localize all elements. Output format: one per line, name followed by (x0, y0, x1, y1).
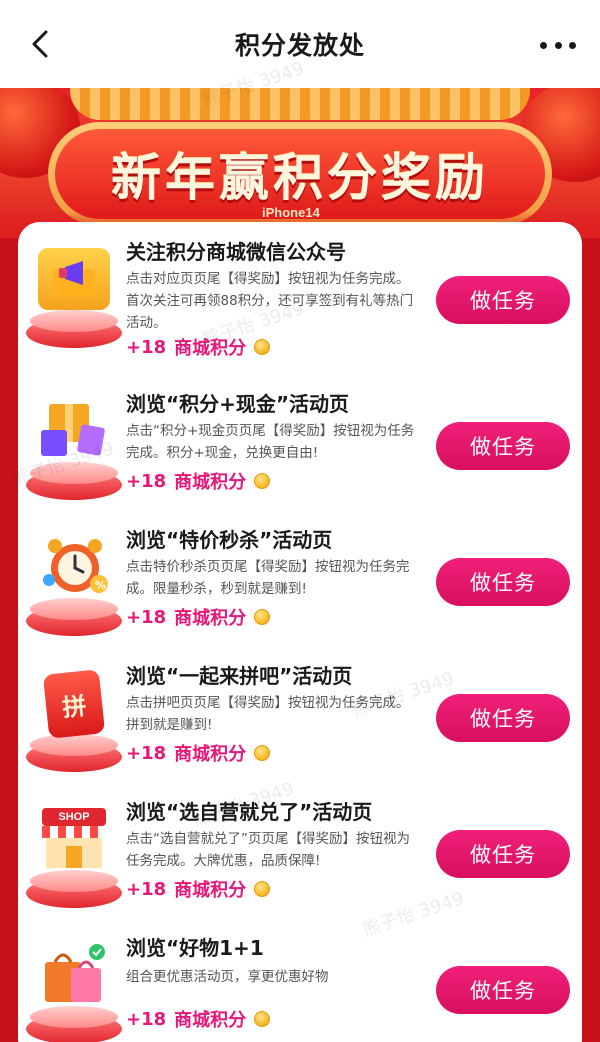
reward-unit: 商城积分 (174, 744, 247, 765)
task-reward: +18 商城积分 (126, 740, 271, 766)
do-task-button[interactable]: 做任务 (436, 276, 570, 324)
group-buy-envelope-icon: 拼 (24, 668, 124, 772)
more-button[interactable] (540, 40, 576, 50)
group-buy-label: 拼 (60, 691, 88, 722)
task-reward: +18 商城积分 (126, 468, 271, 494)
chevron-left-icon (32, 30, 48, 58)
shop-storefront-icon: SHOP (24, 804, 124, 908)
do-task-button[interactable]: 做任务 (436, 830, 570, 878)
task-title: 浏览“特价秒杀”活动页 (126, 528, 333, 552)
nav-bar: 积分发放处 (0, 0, 600, 88)
shopping-bags-icon (24, 940, 124, 1042)
task-title: 浏览“一起来拼吧”活动页 (126, 664, 353, 688)
task-description: 点击“选自营就兑了”页页尾【得奖励】按钮视为任务完成。大牌优惠，品质保障! (126, 831, 410, 869)
task-list-card: 关注积分商城微信公众号 点击对应页页尾【得奖励】按钮视为任务完成。首次关注可再领… (18, 222, 582, 1042)
alarm-clock-icon: % (24, 532, 124, 636)
do-task-button[interactable]: 做任务 (436, 694, 570, 742)
task-description: 点击拼吧页页尾【得奖励】按钮视为任务完成。拼到就是赚到! (126, 695, 410, 733)
task-item: 浏览“积分+现金”活动页 点击“积分+现金页页尾【得奖励】按钮视为任务完成。积分… (24, 388, 576, 508)
task-reward: +18 商城积分 (126, 876, 271, 902)
task-description: 点击对应页页尾【得奖励】按钮视为任务完成。首次关注可再领88积分，还可享签到有礼… (126, 271, 414, 331)
task-title: 浏览“选自营就兑了”活动页 (126, 800, 373, 824)
reward-amount: +18 (126, 878, 167, 900)
more-horizontal-icon (540, 41, 547, 49)
reward-unit: 商城积分 (174, 338, 247, 359)
reward-unit: 商城积分 (174, 1010, 247, 1031)
reward-amount: +18 (126, 470, 167, 492)
reward-amount: +18 (126, 742, 167, 764)
page-title: 积分发放处 (234, 31, 365, 60)
task-reward: +18 商城积分 (126, 1006, 271, 1032)
shop-sign-label: SHOP (58, 811, 90, 823)
task-item: 拼 浏览“一起来拼吧”活动页 点击拼吧页页尾【得奖励】按钮视为任务完成。拼到就是… (24, 660, 576, 780)
banner-tag: iPhone14 (262, 205, 320, 220)
task-reward: +18 商城积分 (126, 334, 271, 360)
reward-unit: 商城积分 (174, 608, 247, 629)
do-task-button[interactable]: 做任务 (436, 966, 570, 1014)
task-title: 关注积分商城微信公众号 (126, 240, 346, 264)
task-item: 浏览“好物1+1 组合更优惠活动页，享更优惠好物 +18 商城积分 做任务 (24, 932, 576, 1042)
megaphone-envelope-icon (24, 244, 124, 348)
coin-icon (254, 473, 271, 489)
svg-text:%: % (95, 579, 106, 592)
promo-banner: 新年赢积分奖励 iPhone14 (0, 88, 600, 238)
task-title: 浏览“积分+现金”活动页 (126, 392, 350, 416)
coin-icon (254, 881, 271, 897)
task-item: 关注积分商城微信公众号 点击对应页页尾【得奖励】按钮视为任务完成。首次关注可再领… (24, 236, 576, 359)
banner-title: 新年赢积分奖励 (111, 149, 489, 207)
reward-amount: +18 (126, 1008, 167, 1030)
task-item: SHOP 浏览“选自营就兑了”活动页 点击“选自营就兑了”页页尾【得奖励】按钮视… (24, 796, 576, 916)
package-boxes-icon (24, 396, 124, 500)
task-description: 点击特价秒杀页页尾【得奖励】按钮视为任务完成。限量秒杀，秒到就是赚到! (126, 559, 410, 597)
task-reward: +18 商城积分 (126, 604, 271, 630)
task-title: 浏览“好物1+1 (126, 936, 264, 960)
reward-unit: 商城积分 (174, 472, 247, 493)
reward-amount: +18 (126, 336, 167, 358)
coin-icon (254, 609, 271, 625)
gold-decoration (70, 88, 530, 120)
reward-unit: 商城积分 (174, 880, 247, 901)
do-task-button[interactable]: 做任务 (436, 422, 570, 470)
task-item: % 浏览“特价秒杀”活动页 点击特价秒杀页页尾【得奖励】按钮视为任务完成。限量秒… (24, 524, 576, 644)
coin-icon (254, 745, 271, 761)
coin-icon (254, 1011, 271, 1027)
do-task-button[interactable]: 做任务 (436, 558, 570, 606)
task-description: 组合更优惠活动页，享更优惠好物 (126, 969, 329, 985)
reward-amount: +18 (126, 606, 167, 628)
coin-icon (254, 339, 271, 355)
task-description: 点击“积分+现金页页尾【得奖励】按钮视为任务完成。积分+现金，兑换更自由! (126, 423, 415, 461)
back-button[interactable] (26, 28, 58, 60)
